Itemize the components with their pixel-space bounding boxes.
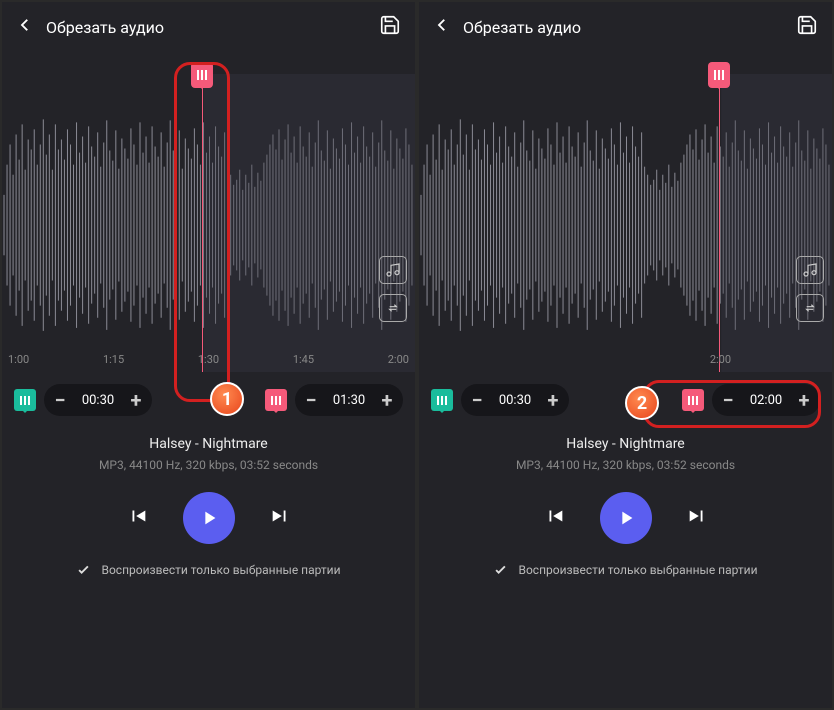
trim-start-group: − 00:30 + bbox=[431, 384, 569, 416]
end-time: 02:00 bbox=[746, 393, 786, 408]
end-time-pill: − 02:00 + bbox=[712, 384, 820, 416]
tick: 2:00 bbox=[710, 353, 731, 366]
play-button[interactable] bbox=[600, 492, 652, 544]
left-screen: Обрезать аудио 1:00 1:15 1:30 bbox=[2, 2, 415, 708]
waveform-graphic bbox=[419, 52, 832, 372]
end-minus-button[interactable]: − bbox=[720, 390, 736, 410]
badge-2: 2 bbox=[625, 386, 659, 420]
tick: 1:45 bbox=[293, 353, 314, 366]
music-note-icon[interactable] bbox=[796, 256, 824, 284]
right-screen: Обрезать аудио 2:00 bbox=[419, 2, 832, 708]
tick: 1:00 bbox=[8, 353, 29, 366]
end-badge-icon bbox=[682, 389, 704, 411]
waveform-graphic bbox=[2, 52, 415, 372]
end-badge-icon bbox=[265, 389, 287, 411]
save-icon[interactable] bbox=[796, 14, 818, 40]
end-plus-button[interactable]: + bbox=[796, 390, 812, 410]
back-icon[interactable] bbox=[16, 16, 34, 38]
start-plus-button[interactable]: + bbox=[128, 390, 144, 410]
tick: 2:00 bbox=[388, 353, 409, 366]
trim-start-group: − 00:30 + bbox=[14, 384, 152, 416]
trim-end-group: − 02:00 + bbox=[682, 384, 820, 416]
end-marker-line bbox=[719, 82, 720, 372]
checkbox-row[interactable]: Воспроизвести только выбранные партии bbox=[419, 556, 832, 591]
skip-back-button[interactable] bbox=[127, 505, 149, 531]
save-icon[interactable] bbox=[379, 14, 401, 40]
end-minus-button[interactable]: − bbox=[303, 390, 319, 410]
track-info: Halsey - Nightmare MP3, 44100 Hz, 320 kb… bbox=[419, 428, 832, 486]
end-marker-handle[interactable] bbox=[191, 62, 213, 88]
skip-back-button[interactable] bbox=[544, 505, 566, 531]
page-title: Обрезать аудио bbox=[463, 18, 784, 37]
start-badge-icon bbox=[431, 389, 453, 411]
start-time: 00:30 bbox=[78, 393, 118, 408]
trim-end-group: − 01:30 + bbox=[265, 384, 403, 416]
header: Обрезать аудио bbox=[2, 2, 415, 52]
end-marker-handle[interactable] bbox=[708, 62, 730, 88]
end-time-pill: − 01:30 + bbox=[295, 384, 403, 416]
swap-icon[interactable] bbox=[796, 294, 824, 322]
checkbox-label: Воспроизвести только выбранные партии bbox=[101, 563, 340, 577]
track-name: Halsey - Nightmare bbox=[2, 436, 415, 452]
back-icon[interactable] bbox=[433, 16, 451, 38]
start-minus-button[interactable]: − bbox=[469, 390, 485, 410]
skip-forward-button[interactable] bbox=[686, 505, 708, 531]
waveform-area[interactable]: 1:00 1:15 1:30 1:45 2:00 bbox=[2, 52, 415, 372]
start-plus-button[interactable]: + bbox=[545, 390, 561, 410]
track-info: Halsey - Nightmare MP3, 44100 Hz, 320 kb… bbox=[2, 428, 415, 486]
start-time: 00:30 bbox=[495, 393, 535, 408]
playback-controls bbox=[2, 486, 415, 556]
side-buttons bbox=[796, 256, 824, 322]
checkbox-label: Воспроизвести только выбранные партии bbox=[518, 563, 757, 577]
end-plus-button[interactable]: + bbox=[379, 390, 395, 410]
header: Обрезать аудио bbox=[419, 2, 832, 52]
badge-1: 1 bbox=[210, 382, 244, 416]
tick: 1:30 bbox=[198, 353, 219, 366]
playback-controls bbox=[419, 486, 832, 556]
track-meta: MP3, 44100 Hz, 320 kbps, 03:52 seconds bbox=[2, 458, 415, 472]
end-time: 01:30 bbox=[329, 393, 369, 408]
music-note-icon[interactable] bbox=[379, 256, 407, 284]
skip-forward-button[interactable] bbox=[269, 505, 291, 531]
start-minus-button[interactable]: − bbox=[52, 390, 68, 410]
side-buttons bbox=[379, 256, 407, 322]
swap-icon[interactable] bbox=[379, 294, 407, 322]
start-badge-icon bbox=[14, 389, 36, 411]
start-time-pill: − 00:30 + bbox=[461, 384, 569, 416]
timeline: 2:00 bbox=[419, 353, 832, 366]
trim-row: − 00:30 + − 01:30 + bbox=[2, 372, 415, 428]
checkmark-icon bbox=[76, 562, 91, 577]
page-title: Обрезать аудио bbox=[46, 18, 367, 37]
checkmark-icon bbox=[493, 562, 508, 577]
tick: 1:15 bbox=[103, 353, 124, 366]
timeline: 1:00 1:15 1:30 1:45 2:00 bbox=[2, 353, 415, 366]
track-name: Halsey - Nightmare bbox=[419, 436, 832, 452]
end-marker-line bbox=[202, 82, 203, 372]
checkbox-row[interactable]: Воспроизвести только выбранные партии bbox=[2, 556, 415, 591]
play-button[interactable] bbox=[183, 492, 235, 544]
waveform-area[interactable]: 2:00 bbox=[419, 52, 832, 372]
start-time-pill: − 00:30 + bbox=[44, 384, 152, 416]
track-meta: MP3, 44100 Hz, 320 kbps, 03:52 seconds bbox=[419, 458, 832, 472]
